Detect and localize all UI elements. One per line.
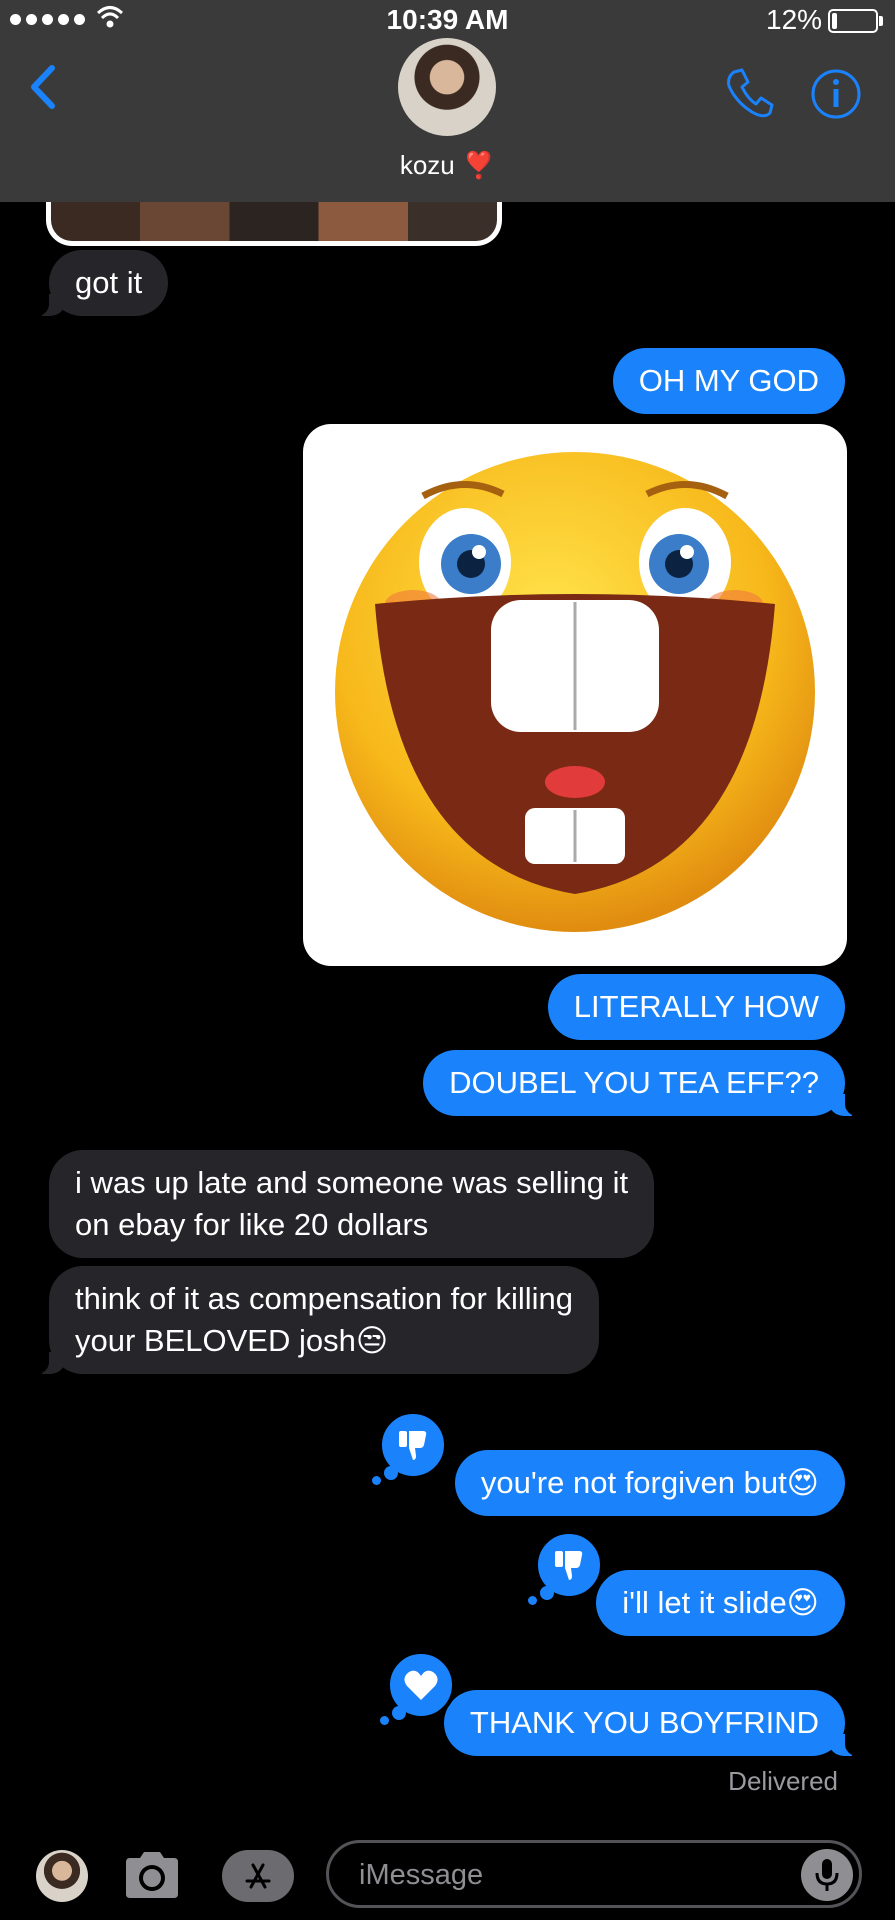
message-outgoing[interactable]: DOUBEL YOU TEA EFF?? — [423, 1050, 859, 1116]
contact-name: kozu — [399, 150, 455, 180]
message-text-line: on ebay for like 20 dollars — [75, 1207, 429, 1242]
message-text: OH MY GOD — [638, 363, 819, 398]
message-text: i'll let it slide😍 — [622, 1585, 819, 1620]
image-message[interactable] — [303, 424, 847, 966]
contact-name-row[interactable]: kozu ❣️ — [0, 150, 895, 181]
microphone-icon — [815, 1859, 839, 1891]
message-incoming[interactable]: think of it as compensation for killing … — [35, 1266, 599, 1374]
conversation-header: 10:39 AM 12% kozu ❣️ — [0, 0, 895, 202]
battery-percentage: 12% — [766, 4, 823, 35]
tapback-tail — [540, 1586, 554, 1600]
compose-bar — [0, 1818, 895, 1920]
message-incoming[interactable]: i was up late and someone was selling it… — [49, 1150, 655, 1258]
microphone-button[interactable] — [801, 1849, 853, 1901]
battery-icon — [828, 9, 883, 33]
thumbs-down-icon — [555, 1551, 583, 1580]
battery-level — [832, 13, 837, 29]
message-text: DOUBEL YOU TEA EFF?? — [449, 1065, 819, 1100]
app-store-icon — [245, 1863, 271, 1889]
contact-avatar[interactable] — [398, 38, 496, 136]
message-input-field[interactable] — [326, 1840, 862, 1908]
tapback-tail — [528, 1596, 537, 1605]
camera-icon[interactable] — [122, 1848, 182, 1900]
message-input[interactable] — [357, 1855, 781, 1895]
message-text: got it — [75, 265, 143, 300]
delivery-status: Delivered — [728, 1766, 838, 1796]
status-time: 10:39 AM — [386, 4, 509, 35]
message-text: LITERALLY HOW — [573, 989, 819, 1024]
phone-icon[interactable] — [722, 66, 776, 120]
message-outgoing[interactable]: i'll let it slide😍 — [596, 1570, 845, 1636]
tapback-tail — [372, 1476, 381, 1485]
message-text: THANK YOU BOYFRIND — [469, 1705, 819, 1740]
tapback-tail — [384, 1466, 398, 1480]
contact-emoji: ❣️ — [462, 150, 496, 180]
grinning-emoji-image — [335, 452, 815, 932]
message-outgoing[interactable]: you're not forgiven but😍 — [454, 1450, 845, 1516]
thumbs-down-icon — [399, 1431, 427, 1460]
message-outgoing[interactable]: OH MY GOD — [612, 348, 845, 414]
chevron-left-icon[interactable] — [28, 64, 58, 110]
message-incoming[interactable]: got it — [34, 250, 169, 316]
message-text-line: think of it as compensation for killing — [75, 1281, 573, 1316]
info-icon[interactable] — [810, 68, 862, 120]
tapback-tail — [380, 1716, 389, 1725]
message-outgoing[interactable]: THANK YOU BOYFRIND — [443, 1690, 860, 1756]
message-text-line: i was up late and someone was selling it — [75, 1165, 629, 1200]
heart-icon — [404, 1670, 438, 1700]
tapback-tail — [392, 1706, 406, 1720]
message-outgoing[interactable]: LITERALLY HOW — [547, 974, 845, 1040]
animoji-avatar-button[interactable] — [36, 1850, 88, 1902]
message-text-line: your BELOVED josh😒 — [75, 1323, 389, 1358]
app-store-button[interactable] — [222, 1850, 294, 1902]
message-text: you're not forgiven but😍 — [480, 1465, 819, 1500]
